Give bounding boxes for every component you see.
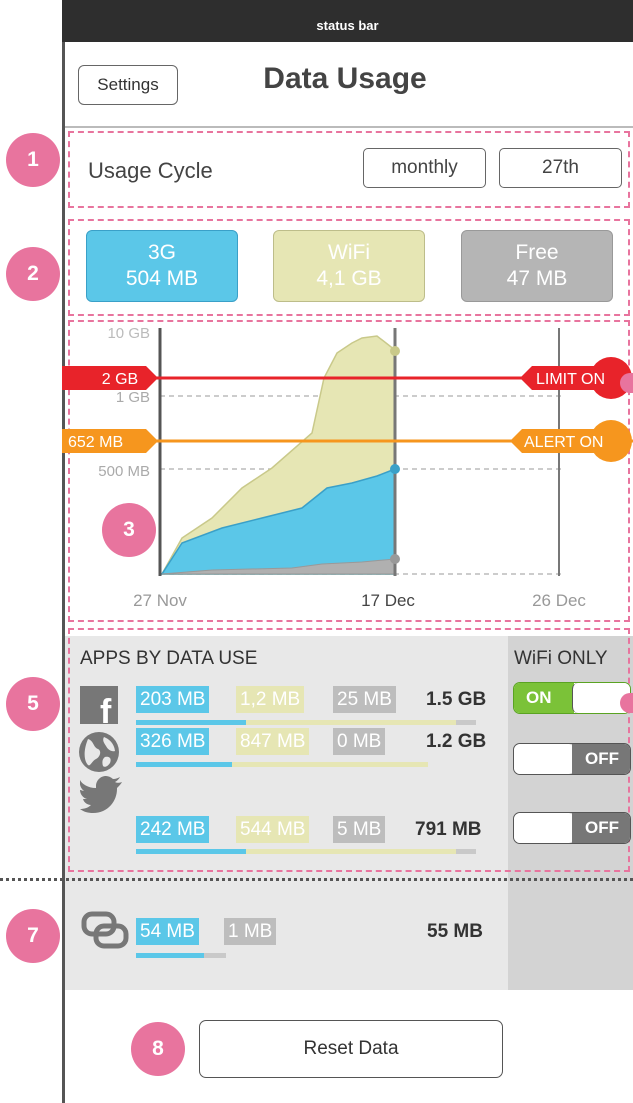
app2-3g-usage: 326 MB <box>136 728 210 755</box>
app1-usage-bar <box>136 720 476 725</box>
usage-3g-button[interactable]: 3G 504 MB <box>86 230 238 302</box>
twitter-bird-icon <box>80 776 122 813</box>
app1-wifi-usage: 1,2 MB <box>236 686 305 713</box>
app3-wifi-only-toggle[interactable]: OFF <box>513 812 631 844</box>
annotation-marker-5: 5 <box>6 677 60 731</box>
reset-data-button[interactable]: Reset Data <box>199 1020 503 1078</box>
annotation-marker-7: 7 <box>6 909 60 963</box>
usage-3g-value: 504 MB <box>125 267 199 290</box>
app1-wifi-only-toggle[interactable]: ON <box>513 682 631 714</box>
limit-value-label: 2 GB <box>102 371 138 388</box>
x-tick-end: 26 Dec <box>532 591 586 610</box>
toggle-off-label: OFF <box>572 813 630 843</box>
toggle-on-label: ON <box>514 683 574 713</box>
usage-wifi-button[interactable]: WiFi 4,1 GB <box>273 230 425 302</box>
annotation-marker-2: 2 <box>6 247 60 301</box>
facebook-icon: f <box>80 686 118 731</box>
annotation-marker-edge-6 <box>620 693 633 713</box>
apps-section-title: APPS BY DATA USE <box>80 648 258 669</box>
system-usage-bar <box>136 953 226 958</box>
y-tick-1gb: 1 GB <box>116 389 150 406</box>
usage-wifi-name: WiFi <box>328 241 370 264</box>
usage-cycle-label: Usage Cycle <box>88 158 213 183</box>
x-tick-today: 17 Dec <box>361 591 415 610</box>
app1-total: 1.5 GB <box>426 689 487 710</box>
usage-chart: 10 GB 1 GB 500 MB 27 Nov 17 Dec 26 Dec 2… <box>62 325 633 610</box>
header-divider <box>65 126 633 128</box>
wifi-only-title: WiFi ONLY <box>514 648 608 669</box>
usage-free-value: 47 MB <box>506 267 568 290</box>
app3-total: 791 MB <box>415 819 482 840</box>
alert-value-label: 652 MB <box>68 434 123 451</box>
toggle-off-label: OFF <box>572 744 630 774</box>
annotation-marker-3: 3 <box>102 503 156 557</box>
usage-free-button[interactable]: Free 47 MB <box>461 230 613 302</box>
system-total: 55 MB <box>427 921 483 942</box>
limit-on-label: LIMIT ON <box>536 371 605 388</box>
annotation-marker-1: 1 <box>6 133 60 187</box>
app2-wifi-only-toggle[interactable]: OFF <box>513 743 631 775</box>
page-title: Data Usage <box>263 62 427 95</box>
app1-free-usage: 25 MB <box>333 686 396 713</box>
section-separator <box>0 878 633 881</box>
globe-icon <box>79 732 119 772</box>
3g-endpoint <box>390 464 400 474</box>
usage-wifi-value: 4,1 GB <box>316 267 382 290</box>
annotation-marker-8: 8 <box>131 1022 185 1076</box>
system-3g-usage: 54 MB <box>136 918 199 945</box>
app3-usage-bar <box>136 849 476 854</box>
app3-free-usage: 5 MB <box>333 816 386 843</box>
cycle-period-button[interactable]: monthly <box>363 148 486 188</box>
app2-total: 1.2 GB <box>426 731 487 752</box>
app3-wifi-usage: 544 MB <box>236 816 310 843</box>
link-icon <box>81 911 129 949</box>
annotation-marker-edge-4 <box>620 373 633 393</box>
app3-3g-usage: 242 MB <box>136 816 210 843</box>
system-free-usage: 1 MB <box>224 918 277 945</box>
free-endpoint <box>390 554 400 564</box>
app2-free-usage: 0 MB <box>333 728 386 755</box>
status-bar: status bar <box>62 0 633 42</box>
usage-3g-name: 3G <box>147 241 176 264</box>
app2-usage-bar <box>136 762 428 767</box>
usage-free-name: Free <box>515 241 559 264</box>
alert-on-label: ALERT ON <box>524 434 603 451</box>
y-tick-10gb: 10 GB <box>107 325 150 342</box>
app1-3g-usage: 203 MB <box>136 686 210 713</box>
y-tick-500mb: 500 MB <box>98 463 150 480</box>
app2-wifi-usage: 847 MB <box>236 728 310 755</box>
svg-text:f: f <box>100 693 112 724</box>
settings-button[interactable]: Settings <box>78 65 178 105</box>
cycle-day-button[interactable]: 27th <box>499 148 622 188</box>
x-tick-start: 27 Nov <box>133 591 187 610</box>
wifi-endpoint <box>390 346 400 356</box>
